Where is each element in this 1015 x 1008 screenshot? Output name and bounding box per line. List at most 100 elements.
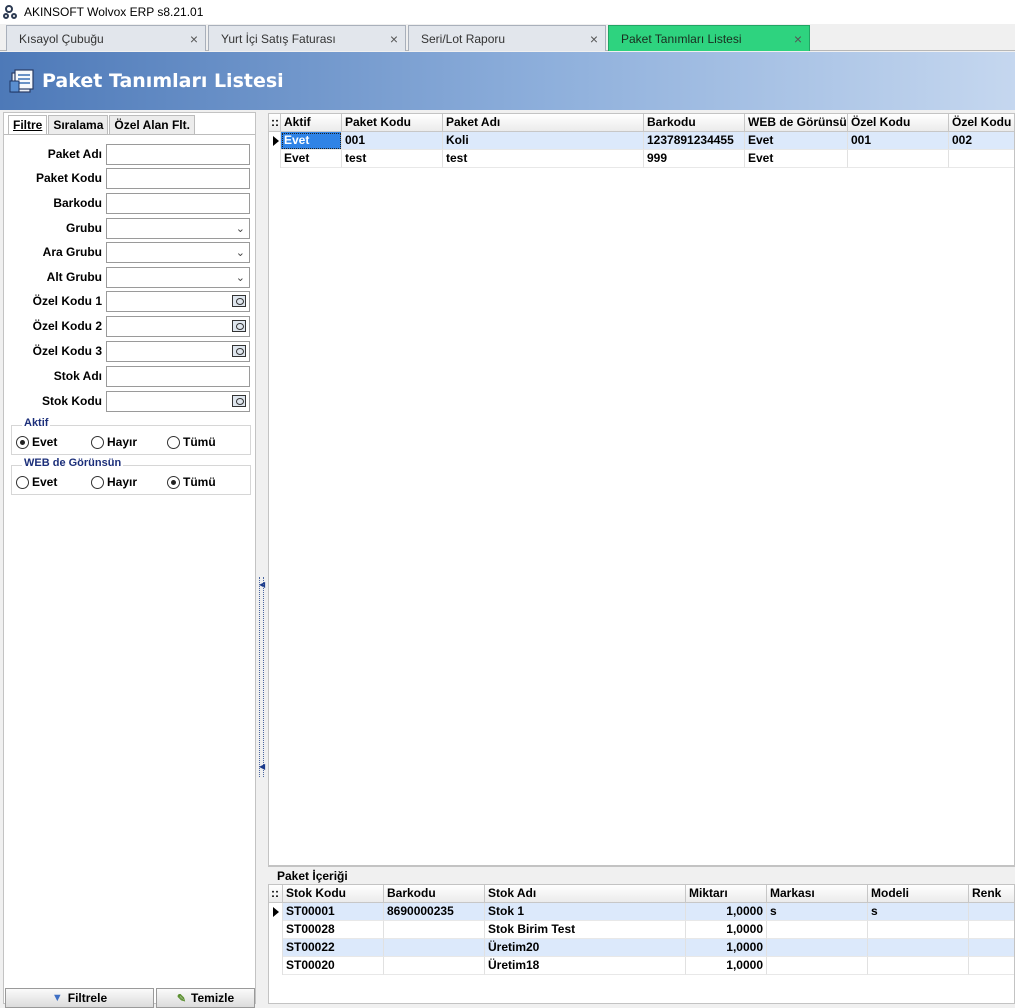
- splitter-grip[interactable]: [259, 577, 264, 777]
- aktif-tumu-radio[interactable]: Tümü: [167, 435, 216, 449]
- table-cell[interactable]: [969, 903, 1014, 921]
- radio-icon[interactable]: [16, 475, 29, 489]
- grubu-dropdown[interactable]: ⌄: [106, 218, 250, 239]
- paket-kodu-input[interactable]: [106, 168, 250, 189]
- column-header[interactable]: WEB de Görünsün: [745, 114, 848, 132]
- radio-selected-icon[interactable]: [16, 435, 29, 449]
- tab-seri-lot-raporu[interactable]: Seri/Lot Raporu ×: [408, 25, 606, 51]
- table-cell[interactable]: ST00001: [283, 903, 384, 921]
- web-evet-radio[interactable]: Evet: [16, 475, 57, 489]
- close-icon[interactable]: ×: [383, 31, 405, 47]
- column-header[interactable]: Özel Kodu 2: [949, 114, 1014, 132]
- chevron-down-icon[interactable]: ⌄: [236, 271, 245, 284]
- tab-paket-tanimlari-listesi[interactable]: Paket Tanımları Listesi ×: [608, 25, 810, 51]
- table-cell[interactable]: test: [443, 150, 644, 168]
- table-cell[interactable]: Üretim20: [485, 939, 686, 957]
- lookup-icon[interactable]: [232, 295, 246, 307]
- table-cell[interactable]: [868, 957, 969, 975]
- ozel-kodu-3-input[interactable]: [106, 341, 250, 362]
- column-header[interactable]: Stok Kodu: [283, 885, 384, 903]
- table-cell[interactable]: Evet: [281, 150, 342, 168]
- stok-adi-input[interactable]: [106, 366, 250, 387]
- column-chooser-icon[interactable]: ::: [269, 885, 283, 903]
- table-cell[interactable]: 8690000235: [384, 903, 485, 921]
- radio-icon[interactable]: [167, 435, 180, 449]
- aktif-evet-radio[interactable]: Evet: [16, 435, 57, 449]
- table-cell[interactable]: ST00020: [283, 957, 384, 975]
- table-cell[interactable]: [868, 939, 969, 957]
- column-header[interactable]: Stok Adı: [485, 885, 686, 903]
- table-cell[interactable]: 1,0000: [686, 903, 767, 921]
- panel-splitter[interactable]: ◀ ◀: [257, 112, 266, 1004]
- table-cell[interactable]: ST00022: [283, 939, 384, 957]
- table-row[interactable]: Evet 001 Koli 1237891234455 Evet 001 002: [269, 132, 1014, 150]
- column-header[interactable]: Miktarı: [686, 885, 767, 903]
- column-header[interactable]: Modeli: [868, 885, 969, 903]
- table-cell[interactable]: Üretim18: [485, 957, 686, 975]
- paket-adi-input[interactable]: [106, 144, 250, 165]
- ozel-kodu-2-input[interactable]: [106, 316, 250, 337]
- radio-icon[interactable]: [91, 435, 104, 449]
- chevron-down-icon[interactable]: ⌄: [236, 246, 245, 259]
- tab-yurt-ici-satis-faturasi[interactable]: Yurt İçi Satış Faturası ×: [208, 25, 406, 51]
- column-header[interactable]: Barkodu: [644, 114, 745, 132]
- column-header[interactable]: Paket Kodu: [342, 114, 443, 132]
- radio-selected-icon[interactable]: [167, 475, 180, 489]
- stok-kodu-input[interactable]: [106, 391, 250, 412]
- table-cell[interactable]: Evet: [745, 132, 848, 150]
- table-row[interactable]: ST00001 8690000235 Stok 1 1,0000 s s: [269, 903, 1014, 921]
- filter-button[interactable]: ▼ Filtrele: [5, 988, 154, 1008]
- table-cell[interactable]: 999: [644, 150, 745, 168]
- table-cell[interactable]: Koli: [443, 132, 644, 150]
- tab-ozel-alan-flt[interactable]: Özel Alan Flt.: [109, 115, 195, 134]
- table-cell[interactable]: 1,0000: [686, 921, 767, 939]
- column-header[interactable]: Özel Kodu: [848, 114, 949, 132]
- aktif-hayir-radio[interactable]: Hayır: [91, 435, 137, 449]
- column-header[interactable]: Markası: [767, 885, 868, 903]
- table-cell[interactable]: [767, 939, 868, 957]
- close-icon[interactable]: ×: [583, 31, 605, 47]
- table-row[interactable]: ST00028 Stok Birim Test 1,0000: [269, 921, 1014, 939]
- table-cell[interactable]: [767, 957, 868, 975]
- chevron-down-icon[interactable]: ⌄: [236, 222, 245, 235]
- close-icon[interactable]: ×: [787, 31, 809, 47]
- ara-grubu-dropdown[interactable]: ⌄: [106, 242, 250, 263]
- table-cell[interactable]: ST00028: [283, 921, 384, 939]
- table-cell[interactable]: Evet: [281, 132, 342, 150]
- close-icon[interactable]: ×: [183, 31, 205, 47]
- web-hayir-radio[interactable]: Hayır: [91, 475, 137, 489]
- table-cell[interactable]: s: [767, 903, 868, 921]
- lookup-icon[interactable]: [232, 320, 246, 332]
- lookup-icon[interactable]: [232, 345, 246, 357]
- table-cell[interactable]: Evet: [745, 150, 848, 168]
- column-header[interactable]: Barkodu: [384, 885, 485, 903]
- table-cell[interactable]: [384, 921, 485, 939]
- table-cell[interactable]: [969, 939, 1014, 957]
- column-chooser-icon[interactable]: ::: [269, 114, 281, 132]
- tab-filtre[interactable]: Filtre: [8, 115, 48, 135]
- table-cell[interactable]: 1,0000: [686, 957, 767, 975]
- table-cell[interactable]: 001: [848, 132, 949, 150]
- radio-icon[interactable]: [91, 475, 104, 489]
- barkodu-input[interactable]: [106, 193, 250, 214]
- table-cell[interactable]: [969, 921, 1014, 939]
- collapse-left-icon[interactable]: ◀: [259, 762, 265, 771]
- table-row[interactable]: ST00022 Üretim20 1,0000: [269, 939, 1014, 957]
- table-cell[interactable]: [384, 939, 485, 957]
- table-cell[interactable]: Stok Birim Test: [485, 921, 686, 939]
- column-header[interactable]: Paket Adı: [443, 114, 644, 132]
- table-cell[interactable]: test: [342, 150, 443, 168]
- table-cell[interactable]: 1237891234455: [644, 132, 745, 150]
- table-cell[interactable]: 002: [949, 132, 1014, 150]
- table-cell[interactable]: [868, 921, 969, 939]
- table-cell[interactable]: Stok 1: [485, 903, 686, 921]
- alt-grubu-dropdown[interactable]: ⌄: [106, 267, 250, 288]
- tab-kisayol-cubugu[interactable]: Kısayol Çubuğu ×: [6, 25, 206, 51]
- ozel-kodu-1-input[interactable]: [106, 291, 250, 312]
- clear-button[interactable]: ✎ Temizle: [156, 988, 255, 1008]
- table-row[interactable]: Evet test test 999 Evet: [269, 150, 1014, 168]
- column-header[interactable]: Renk: [969, 885, 1014, 903]
- lookup-icon[interactable]: [232, 395, 246, 407]
- table-cell[interactable]: [949, 150, 1014, 168]
- table-cell[interactable]: [969, 957, 1014, 975]
